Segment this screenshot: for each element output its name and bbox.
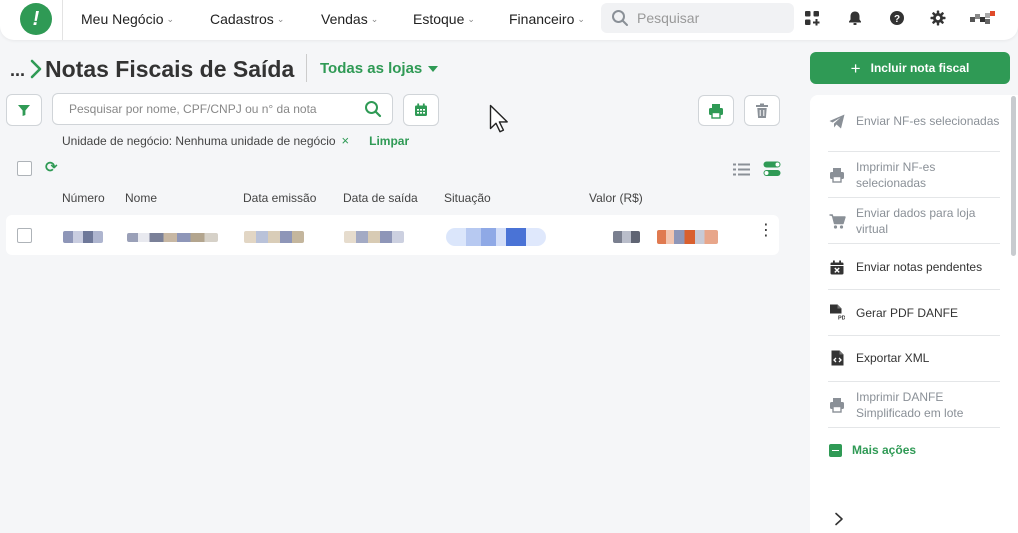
funnel-icon xyxy=(18,105,30,116)
column-header-numero[interactable]: Número xyxy=(62,191,105,205)
search-icon xyxy=(612,10,628,26)
caret-down-icon xyxy=(428,65,439,72)
chevron-down-icon: ⌄ xyxy=(370,13,379,24)
help-icon[interactable]: ? xyxy=(888,9,906,27)
printer-icon xyxy=(830,398,844,413)
action-export-xml[interactable]: Exportar XML xyxy=(828,350,1000,366)
top-bar: ! Meu Negócio ⌄ Cadastros ⌄ Vendas ⌄ Estoqu… xyxy=(0,0,1018,40)
app-logo[interactable]: ! xyxy=(20,3,52,35)
page-title: Notas Fiscais de Saída xyxy=(45,56,295,82)
list-view-icon[interactable] xyxy=(733,163,750,176)
include-invoice-button[interactable]: + Incluir nota fiscal xyxy=(810,52,1010,84)
column-header-data-saida[interactable]: Data de saída xyxy=(343,191,418,205)
redacted-extra xyxy=(657,230,718,244)
global-search[interactable] xyxy=(601,3,794,33)
chevron-down-icon: ⌄ xyxy=(166,13,175,24)
delete-button[interactable] xyxy=(744,95,780,126)
redacted-valor xyxy=(613,231,640,243)
printer-icon xyxy=(830,168,844,183)
print-button[interactable] xyxy=(698,95,734,126)
code-file-icon xyxy=(831,350,843,366)
redacted-data-saida xyxy=(344,231,404,243)
refresh-icon[interactable]: ⟳ xyxy=(45,158,58,176)
redacted-nome xyxy=(127,233,218,242)
action-send-online-store[interactable]: Enviar dados para loja virtual xyxy=(828,205,1000,237)
redacted-situacao xyxy=(446,228,546,246)
action-print-nfes[interactable]: Imprimir NF-es selecionadas xyxy=(828,159,1000,191)
calendar-x-icon xyxy=(830,260,844,274)
column-header-situacao[interactable]: Situação xyxy=(444,191,491,205)
chevron-right-icon[interactable] xyxy=(834,512,844,526)
row-more-icon[interactable]: ⋮ xyxy=(758,223,774,239)
send-icon xyxy=(829,114,845,128)
action-send-nfes[interactable]: Enviar NF-es selecionadas xyxy=(828,113,1000,129)
nav-meu-negocio[interactable]: Meu Negócio ⌄ xyxy=(81,11,174,27)
cart-icon xyxy=(829,213,846,229)
column-header-valor[interactable]: Valor (R$) xyxy=(589,191,643,205)
gear-icon[interactable] xyxy=(929,9,947,27)
svg-text:?: ? xyxy=(894,14,900,25)
active-filter-chip: Unidade de negócio: Nenhuma unidade de n… xyxy=(62,133,410,148)
panel-scrollbar[interactable] xyxy=(1011,96,1016,256)
notes-search-input[interactable] xyxy=(69,102,364,116)
plus-icon: + xyxy=(850,58,861,78)
global-search-input[interactable] xyxy=(637,10,777,26)
breadcrumb[interactable]: ... xyxy=(10,60,25,81)
logo-divider xyxy=(62,0,63,40)
search-icon[interactable] xyxy=(364,100,382,118)
action-print-danfe-batch[interactable]: Imprimir DANFE Simplificado em lote xyxy=(828,389,1000,421)
notes-search[interactable] xyxy=(52,93,393,125)
redacted-numero xyxy=(63,231,103,243)
collapse-icon xyxy=(829,443,842,457)
chevron-down-icon: ⌄ xyxy=(276,13,285,24)
nav-estoque[interactable]: Estoque ⌄ xyxy=(413,11,475,27)
store-select[interactable]: Todas as lojas xyxy=(320,60,439,77)
select-all-checkbox[interactable] xyxy=(17,161,32,176)
toggle-view-icon[interactable] xyxy=(763,161,781,177)
action-generate-pdf[interactable]: PDF Gerar PDF DANFE xyxy=(828,304,1000,321)
nav-vendas[interactable]: Vendas ⌄ xyxy=(321,11,378,27)
nav-cadastros[interactable]: Cadastros ⌄ xyxy=(210,11,284,27)
filter-button[interactable] xyxy=(6,94,42,126)
avatar[interactable] xyxy=(970,9,996,27)
redacted-data-emissao xyxy=(244,231,304,243)
chevron-right-icon xyxy=(30,59,42,79)
column-header-data-emissao[interactable]: Data emissão xyxy=(243,191,316,205)
column-header-nome[interactable]: Nome xyxy=(125,191,157,205)
calendar-icon xyxy=(415,103,427,116)
action-send-pending[interactable]: Enviar notas pendentes xyxy=(828,259,1000,275)
chevron-down-icon: ⌄ xyxy=(467,13,475,24)
date-filter-button[interactable] xyxy=(403,94,439,126)
trash-icon xyxy=(756,103,768,118)
chevron-down-icon: ⌄ xyxy=(577,13,585,24)
printer-icon xyxy=(709,103,723,119)
mouse-cursor xyxy=(489,104,508,133)
nav-financeiro[interactable]: Financeiro ⌄ xyxy=(509,11,585,27)
more-actions-toggle[interactable]: Mais ações xyxy=(829,443,916,457)
remove-filter-button[interactable]: × xyxy=(342,133,350,148)
row-checkbox[interactable] xyxy=(17,228,32,243)
pdf-file-icon: PDF xyxy=(830,304,845,322)
svg-text:PDF: PDF xyxy=(838,316,845,322)
title-divider xyxy=(306,54,307,82)
clear-filters-link[interactable]: Limpar xyxy=(369,134,409,148)
bell-icon[interactable] xyxy=(846,9,864,27)
apps-grid-icon[interactable] xyxy=(803,9,821,27)
